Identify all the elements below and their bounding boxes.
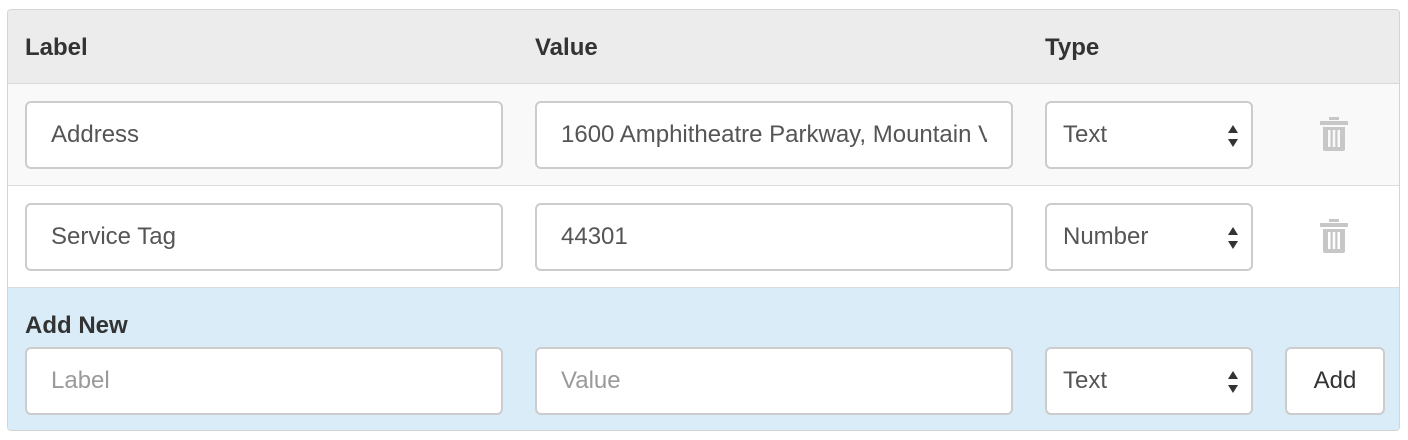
type-select-value: Text (1063, 367, 1108, 394)
new-type-select[interactable]: Text (1045, 347, 1253, 415)
table-header: Label Value Type (8, 10, 1399, 84)
add-button[interactable]: Add (1285, 347, 1385, 415)
column-header-type: Type (1045, 34, 1100, 61)
value-input[interactable] (535, 203, 1013, 271)
updown-arrows-icon (1228, 371, 1238, 393)
type-select-value: Number (1063, 223, 1149, 250)
trash-icon[interactable] (1320, 117, 1348, 151)
table-row: Text (8, 84, 1399, 186)
type-select[interactable]: Text (1045, 101, 1253, 169)
updown-arrows-icon (1228, 125, 1238, 147)
column-header-label: Label (25, 34, 88, 61)
add-new-title: Add New (25, 312, 128, 339)
label-input[interactable] (25, 203, 503, 271)
type-select[interactable]: Number (1045, 203, 1253, 271)
trash-icon[interactable] (1320, 219, 1348, 253)
column-header-value: Value (535, 34, 598, 61)
label-input[interactable] (25, 101, 503, 169)
new-label-input[interactable] (25, 347, 503, 415)
new-value-input[interactable] (535, 347, 1013, 415)
updown-arrows-icon (1228, 227, 1238, 249)
add-new-section: Add New Text Add (8, 288, 1399, 430)
custom-fields-panel: Label Value Type Text Number (7, 9, 1400, 431)
table-row: Number (8, 186, 1399, 288)
type-select-value: Text (1063, 121, 1108, 148)
value-input[interactable] (535, 101, 1013, 169)
